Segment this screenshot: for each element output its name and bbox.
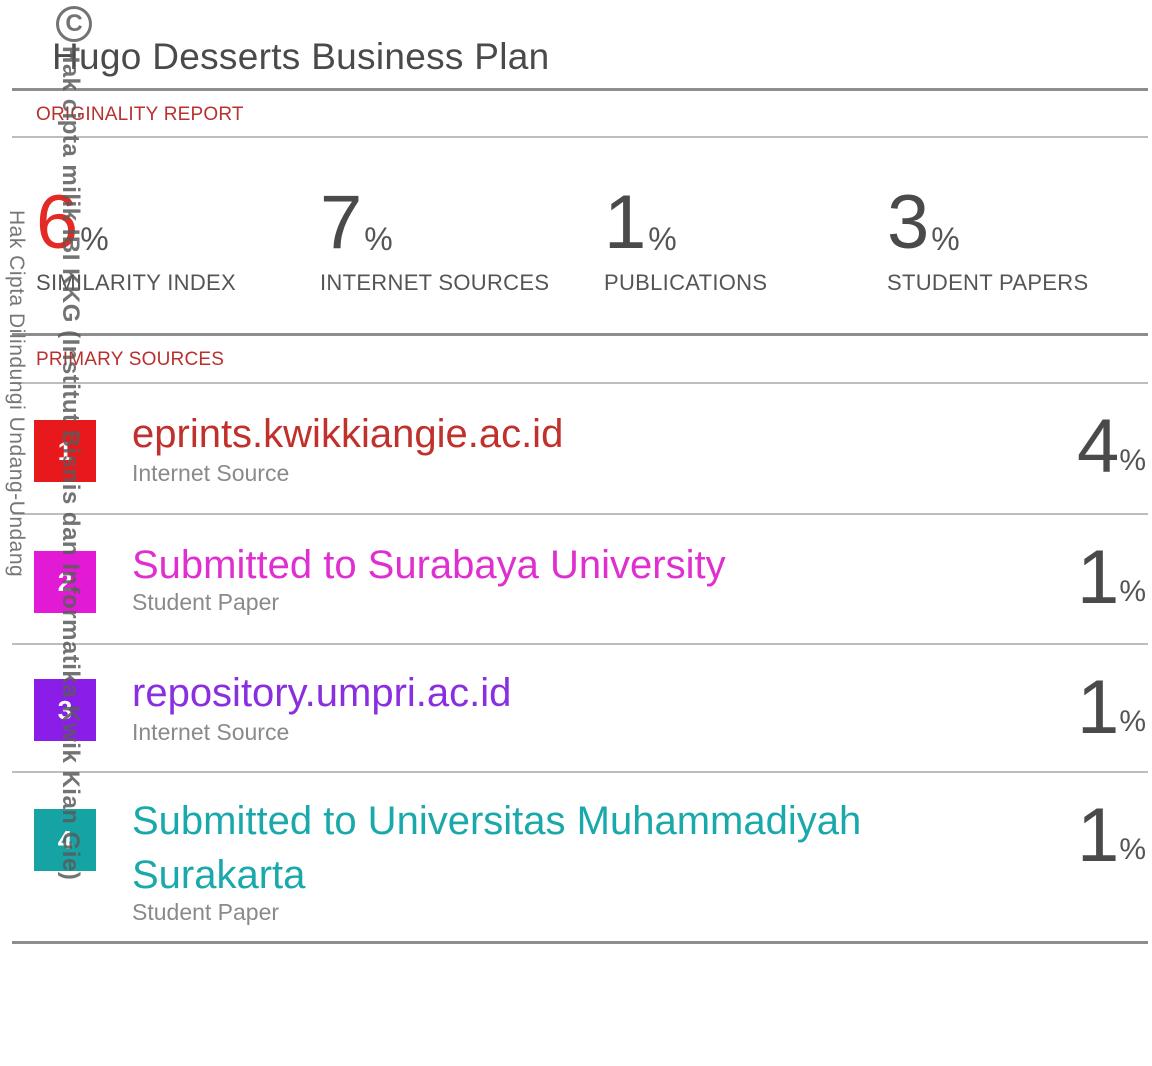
- title-divider: [12, 88, 1148, 91]
- stat-label: STUDENT PAPERS: [887, 270, 1089, 295]
- stat-unit: %: [931, 221, 960, 257]
- copyright-side-watermark: Hak Cipta Dilindungi Undang-Undang: [5, 210, 28, 578]
- source-row: 1 eprints.kwikkiangie.ac.id Internet Sou…: [0, 384, 1152, 514]
- percent-unit: %: [1119, 705, 1146, 738]
- stat-value: 1: [604, 180, 647, 265]
- source-name[interactable]: repository.umpri.ac.id: [132, 667, 511, 719]
- percent-value: 1: [1077, 793, 1120, 878]
- stat-label: PUBLICATIONS: [604, 270, 768, 295]
- percent-value: 1: [1077, 535, 1120, 620]
- source-row: 3 repository.umpri.ac.id Internet Source…: [0, 645, 1152, 773]
- source-percent: 1%: [1077, 533, 1146, 623]
- percent-unit: %: [1119, 575, 1146, 608]
- stat-value: 7: [320, 180, 363, 265]
- sources-bottom-divider: [12, 941, 1148, 944]
- stat-unit: %: [364, 221, 393, 257]
- originality-divider: [12, 136, 1148, 138]
- internet-sources-stat: 7% INTERNET SOURCES: [320, 178, 549, 295]
- source-type: Student Paper: [132, 589, 280, 615]
- source-type: Student Paper: [132, 899, 280, 925]
- student-papers-stat: 3% STUDENT PAPERS: [887, 178, 1088, 295]
- percent-value: 4: [1077, 404, 1120, 489]
- source-row: 2 Submitted to Surabaya University Stude…: [0, 515, 1152, 643]
- stat-unit: %: [648, 221, 677, 257]
- source-percent: 1%: [1077, 663, 1146, 753]
- percent-value: 1: [1077, 665, 1120, 750]
- stat-value: 3: [887, 180, 930, 265]
- source-name[interactable]: eprints.kwikkiangie.ac.id: [132, 408, 563, 460]
- copyright-icon: C: [56, 6, 92, 42]
- source-row: 4 Submitted to Universitas Muhammadiyah …: [0, 773, 1152, 943]
- source-type: Internet Source: [132, 719, 290, 745]
- percent-unit: %: [1119, 444, 1146, 477]
- document-title: Hugo Desserts Business Plan: [52, 36, 550, 77]
- percent-unit: %: [1119, 833, 1146, 866]
- stats-divider: [12, 333, 1148, 336]
- source-name-line1[interactable]: Submitted to Universitas Muhammadiyah: [132, 795, 861, 847]
- stat-label: INTERNET SOURCES: [320, 270, 550, 295]
- source-type: Internet Source: [132, 460, 290, 486]
- source-name[interactable]: Submitted to Surabaya University: [132, 539, 726, 591]
- source-name-line2[interactable]: Surakarta: [132, 849, 305, 901]
- copyright-watermark: Hak cipta milik IBI KKG (Institut Bisnis…: [57, 46, 84, 881]
- publications-stat: 1% PUBLICATIONS: [604, 178, 767, 295]
- stat-unit: %: [80, 221, 109, 257]
- source-percent: 1%: [1077, 791, 1146, 881]
- source-percent: 4%: [1077, 402, 1146, 492]
